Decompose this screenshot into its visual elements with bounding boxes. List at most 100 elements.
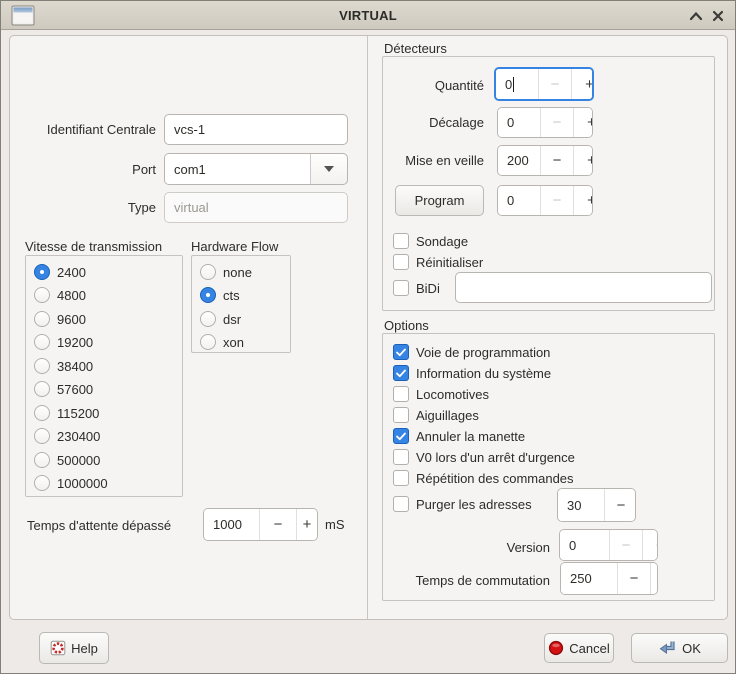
speed-option-1000000[interactable]: 1000000 xyxy=(34,474,108,492)
checkbox-label[interactable]: Annuler la manette xyxy=(416,429,525,444)
flow-option-xon[interactable]: xon xyxy=(200,333,244,351)
flow-option-cts[interactable]: cts xyxy=(200,286,240,304)
timeout-decrement-button[interactable]: − xyxy=(259,509,296,540)
checkbox-label[interactable]: Répétition des commandes xyxy=(416,471,574,486)
program-increment-button[interactable]: + xyxy=(573,186,593,215)
radio-label[interactable]: 19200 xyxy=(57,335,93,350)
option-purger-adresses[interactable]: Purger les adresses xyxy=(393,495,532,513)
checkbox-label[interactable]: Purger les adresses xyxy=(416,497,532,512)
radio-label[interactable]: 230400 xyxy=(57,429,100,444)
radio-icon[interactable] xyxy=(34,334,50,350)
radio-icon[interactable] xyxy=(34,405,50,421)
radio-label[interactable]: 4800 xyxy=(57,288,86,303)
radio-icon[interactable] xyxy=(200,311,216,327)
radio-icon[interactable] xyxy=(34,311,50,327)
checkbox-icon[interactable] xyxy=(393,470,409,486)
checkbox-label[interactable]: Voie de programmation xyxy=(416,345,550,360)
radio-icon[interactable] xyxy=(34,428,50,444)
mise-en-veille-spinner[interactable]: 200 − + xyxy=(497,145,593,176)
quantite-decrement-button[interactable]: − xyxy=(538,69,571,99)
purger-value[interactable]: 30 xyxy=(558,489,604,521)
option-annuler-manette[interactable]: Annuler la manette xyxy=(393,427,525,445)
version-decrement-button[interactable]: − xyxy=(609,530,642,560)
temps-commutation-value[interactable]: 250 xyxy=(561,563,617,594)
decalage-increment-button[interactable]: + xyxy=(573,108,593,137)
temps-commutation-increment-button[interactable]: + xyxy=(650,563,658,594)
timeout-spinner[interactable]: 1000 − + xyxy=(203,508,318,541)
checkbox-label[interactable]: Aiguillages xyxy=(416,408,479,423)
speed-option-2400[interactable]: 2400 xyxy=(34,263,86,281)
purger-spinner[interactable]: 30 − + xyxy=(557,488,636,522)
decalage-value[interactable]: 0 xyxy=(498,108,540,137)
radio-label[interactable]: 500000 xyxy=(57,453,100,468)
checkbox-icon[interactable] xyxy=(393,233,409,249)
checkbox-icon[interactable] xyxy=(393,386,409,402)
checkbox-icon[interactable] xyxy=(393,449,409,465)
checkbox-label[interactable]: Réinitialiser xyxy=(416,255,483,270)
radio-label[interactable]: 115200 xyxy=(57,406,99,421)
program-decrement-button[interactable]: − xyxy=(540,186,573,215)
speed-option-4800[interactable]: 4800 xyxy=(34,286,86,304)
program-button[interactable]: Program xyxy=(395,185,484,216)
program-value[interactable]: 0 xyxy=(498,186,540,215)
close-icon[interactable] xyxy=(707,5,729,26)
radio-icon[interactable] xyxy=(200,334,216,350)
speed-option-57600[interactable]: 57600 xyxy=(34,380,93,398)
checkbox-label[interactable]: BiDi xyxy=(416,281,440,296)
mise-en-veille-value[interactable]: 200 xyxy=(498,146,540,175)
radio-label[interactable]: 2400 xyxy=(57,265,86,280)
option-repetition-commandes[interactable]: Répétition des commandes xyxy=(393,469,574,487)
option-aiguillages[interactable]: Aiguillages xyxy=(393,406,479,424)
sondage-checkbox-row[interactable]: Sondage xyxy=(393,232,468,250)
mise-en-veille-decrement-button[interactable]: − xyxy=(540,146,573,175)
speed-option-38400[interactable]: 38400 xyxy=(34,357,93,375)
temps-commutation-decrement-button[interactable]: − xyxy=(617,563,650,594)
radio-icon[interactable] xyxy=(34,264,50,280)
identifiant-centrale-input[interactable]: vcs-1 xyxy=(164,114,348,145)
radio-label[interactable]: dsr xyxy=(223,312,241,327)
port-combobox[interactable]: com1 xyxy=(164,153,348,185)
checkbox-icon[interactable] xyxy=(393,428,409,444)
speed-option-115200[interactable]: 115200 xyxy=(34,404,99,422)
checkbox-icon[interactable] xyxy=(393,365,409,381)
ok-button[interactable]: OK xyxy=(631,633,728,663)
speed-option-500000[interactable]: 500000 xyxy=(34,451,100,469)
checkbox-icon[interactable] xyxy=(393,254,409,270)
radio-icon[interactable] xyxy=(34,452,50,468)
radio-icon[interactable] xyxy=(200,264,216,280)
cancel-button[interactable]: Cancel xyxy=(544,633,614,663)
radio-label[interactable]: xon xyxy=(223,335,244,350)
radio-icon[interactable] xyxy=(34,475,50,491)
option-v0-arret-urgence[interactable]: V0 lors d'un arrêt d'urgence xyxy=(393,448,575,466)
title-bar[interactable]: VIRTUAL xyxy=(1,1,735,30)
radio-icon[interactable] xyxy=(34,381,50,397)
decalage-spinner[interactable]: 0 − + xyxy=(497,107,593,138)
radio-icon[interactable] xyxy=(200,287,216,303)
option-information-systeme[interactable]: Information du système xyxy=(393,364,551,382)
radio-icon[interactable] xyxy=(34,287,50,303)
timeout-value[interactable]: 1000 xyxy=(204,509,259,540)
radio-label[interactable]: 38400 xyxy=(57,359,93,374)
radio-icon[interactable] xyxy=(34,358,50,374)
radio-label[interactable]: cts xyxy=(223,288,240,303)
radio-label[interactable]: 9600 xyxy=(57,312,86,327)
option-locomotives[interactable]: Locomotives xyxy=(393,385,489,403)
quantite-spinner[interactable]: 0 − + xyxy=(494,67,594,101)
quantite-value[interactable]: 0 xyxy=(496,69,538,99)
help-button[interactable]: Help xyxy=(39,632,109,664)
speed-option-19200[interactable]: 19200 xyxy=(34,333,93,351)
version-value[interactable]: 0 xyxy=(560,530,609,560)
temps-commutation-spinner[interactable]: 250 − + xyxy=(560,562,658,595)
radio-label[interactable]: none xyxy=(223,265,252,280)
checkbox-icon[interactable] xyxy=(393,280,409,296)
decalage-decrement-button[interactable]: − xyxy=(540,108,573,137)
speed-option-230400[interactable]: 230400 xyxy=(34,427,100,445)
flow-option-none[interactable]: none xyxy=(200,263,252,281)
timeout-increment-button[interactable]: + xyxy=(296,509,317,540)
checkbox-label[interactable]: Locomotives xyxy=(416,387,489,402)
radio-label[interactable]: 1000000 xyxy=(57,476,108,491)
quantite-increment-button[interactable]: + xyxy=(571,69,594,99)
checkbox-label[interactable]: Information du système xyxy=(416,366,551,381)
mise-en-veille-increment-button[interactable]: + xyxy=(573,146,593,175)
checkbox-icon[interactable] xyxy=(393,496,409,512)
